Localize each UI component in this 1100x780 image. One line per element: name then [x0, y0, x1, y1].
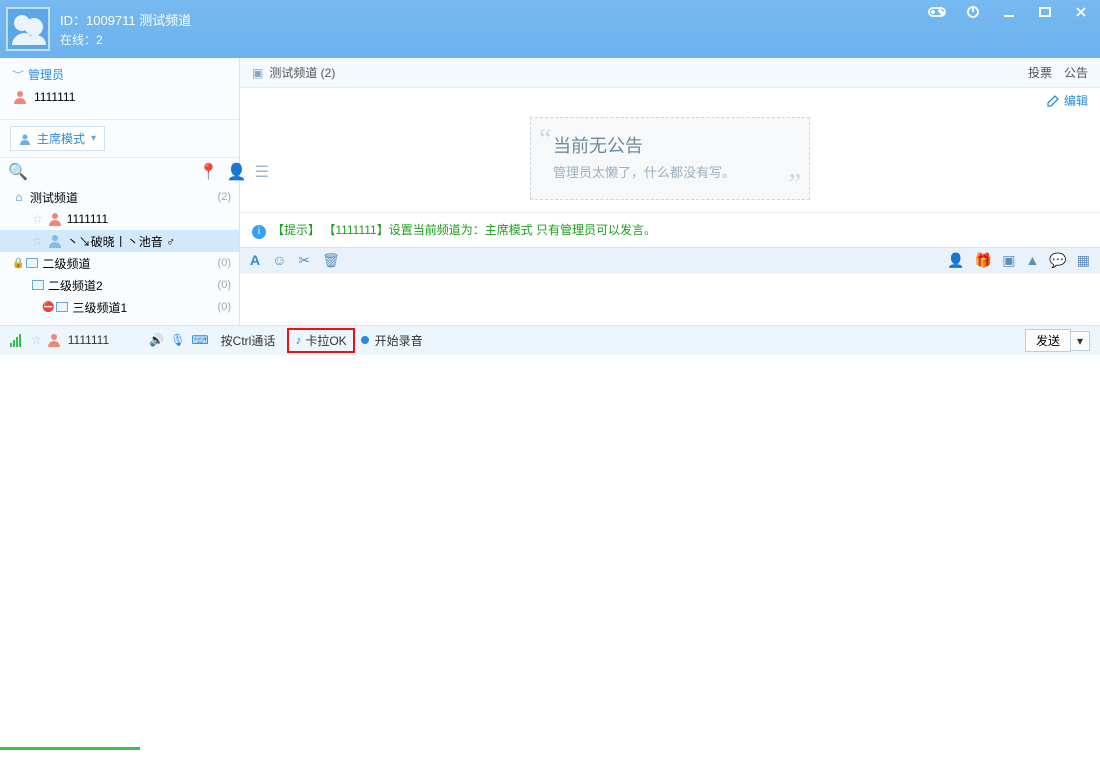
podium-icon[interactable]: 👤	[947, 252, 964, 269]
grid-icon[interactable]: ▦	[1077, 252, 1090, 269]
monitor-icon: ▣	[252, 66, 263, 80]
subchannel[interactable]: ⛔ 三级频道1 (0)	[0, 296, 239, 318]
stamp-icon[interactable]: ▣	[1002, 252, 1015, 269]
quote-open-icon: “	[539, 124, 551, 156]
channel-count: (0)	[218, 301, 231, 313]
search-icon[interactable]: 🔍	[8, 162, 28, 182]
lock-icon: 🔒	[12, 258, 24, 269]
channel-id-line: ID：1009711 测试频道	[60, 10, 191, 29]
chevron-down-icon: ▾	[91, 133, 96, 144]
channel-name: 二级频道2	[48, 277, 103, 294]
channel-root[interactable]: ⌂ 测试频道 (2)	[0, 186, 239, 208]
channel-name: 二级频道	[42, 255, 90, 272]
bulletin-empty-box: “ 当前无公告 管理员太懒了，什么都没有写。 ”	[530, 117, 810, 200]
vote-link[interactable]: 投票	[1028, 64, 1052, 81]
channel-name: 测试频道	[30, 189, 78, 206]
channel-user[interactable]: ☆ 丶↘破晓丨丶池音 ♂	[0, 230, 239, 252]
edit-icon	[1046, 94, 1060, 108]
channel-box-icon	[32, 280, 44, 290]
avatar-icon	[12, 89, 28, 105]
forbidden-icon: ⛔	[42, 302, 54, 313]
online-count: 在线：2	[60, 31, 191, 48]
speaker-icon[interactable]: 🔊	[149, 333, 164, 347]
input-toolbar: A ☺ ✂ 🗑 👤 🎁 ▣ ▲ 💬 ▦	[240, 247, 1100, 273]
edit-label: 编辑	[1064, 92, 1088, 109]
channel-user[interactable]: ☆ 1111111	[0, 208, 239, 230]
chat-breadcrumb: 测试频道 (2)	[269, 64, 335, 81]
admin-user-row[interactable]: 1111111	[0, 87, 239, 111]
channel-box-icon	[26, 258, 38, 268]
bulletin-empty-title: 当前无公告	[553, 132, 787, 158]
search-input[interactable]	[36, 165, 191, 179]
chat-panel: ▣ 测试频道 (2) 投票 公告 编辑 “ 当前无公告 管理员太懒了，什么都没有…	[240, 58, 1100, 325]
music-note-icon: ♪	[295, 333, 301, 347]
emoji-icon[interactable]: ☺	[272, 252, 286, 269]
admin-user-name: 1111111	[34, 90, 75, 104]
minimize-icon[interactable]	[1000, 3, 1018, 21]
trash-icon[interactable]: 🗑	[322, 252, 340, 269]
pin-icon[interactable]: 📍	[199, 162, 219, 182]
activity-indicator	[0, 747, 140, 750]
bulletin-link[interactable]: 公告	[1064, 64, 1088, 81]
info-icon: i	[252, 225, 266, 239]
channel-count: (2)	[218, 191, 231, 203]
star-icon: ☆	[32, 234, 43, 248]
edit-button[interactable]: 编辑	[1046, 92, 1088, 109]
chat-text-input[interactable]	[240, 273, 1100, 325]
chat-header: ▣ 测试频道 (2) 投票 公告	[240, 58, 1100, 88]
chat-bubble-icon[interactable]: 💬	[1049, 252, 1066, 269]
subchannel[interactable]: 🔒 二级频道 (0)	[0, 252, 239, 274]
admin-section-header[interactable]: ﹀ 管理员	[0, 58, 239, 87]
gift-icon[interactable]: 🎁	[975, 252, 992, 269]
footer-bar: ☆ 1111111 🔊 🎙 ⌨ 按Ctrl通话 ♪ 卡拉OK 开始录音 发送▾	[0, 325, 1100, 355]
quote-close-icon: ”	[789, 169, 801, 201]
karaoke-label: 卡拉OK	[305, 332, 346, 349]
broadcast-icon[interactable]: ▲	[1025, 252, 1039, 269]
avatar-icon	[47, 233, 63, 249]
send-dropdown[interactable]: ▾	[1071, 331, 1090, 351]
channel-user-name: 1111111	[67, 212, 108, 226]
star-icon: ☆	[32, 212, 43, 226]
power-icon[interactable]	[964, 3, 982, 21]
home-icon: ⌂	[12, 190, 26, 204]
channel-count: (0)	[218, 257, 231, 269]
admin-section-label: 管理员	[28, 66, 64, 83]
mode-select-button[interactable]: 主席模式 ▾	[10, 126, 105, 151]
title-bar: ID：1009711 测试频道 在线：2	[0, 0, 1100, 58]
channel-tree: ⌂ 测试频道 (2) ☆ 1111111 ☆ 丶↘破晓丨丶池音 ♂ 🔒 二级频道…	[0, 186, 239, 325]
sidebar: ﹀ 管理员 1111111 主席模式 ▾ 🔍 📍 👤 ☰ ⌂ 测试频道	[0, 58, 240, 325]
send-button[interactable]: 发送	[1025, 329, 1071, 352]
maximize-icon[interactable]	[1036, 3, 1054, 21]
channel-count: (0)	[218, 279, 231, 291]
channel-logo	[6, 7, 50, 51]
mic-icon[interactable]: 🎙	[170, 333, 185, 347]
channel-name: 三级频道1	[72, 299, 127, 316]
record-dot-icon	[361, 336, 369, 344]
person-icon	[19, 133, 31, 145]
subchannel[interactable]: 二级频道2 (0)	[0, 274, 239, 296]
bulletin-empty-subtitle: 管理员太懒了，什么都没有写。	[553, 162, 787, 181]
avatar-icon	[46, 332, 62, 348]
scissors-icon[interactable]: ✂	[298, 252, 310, 269]
close-icon[interactable]	[1072, 3, 1090, 21]
message-area: i 【提示】 【1111111】设置当前频道为：主席模式 只有管理员可以发言。	[240, 212, 1100, 247]
font-icon[interactable]: A	[250, 252, 260, 269]
karaoke-button[interactable]: ♪ 卡拉OK	[287, 328, 354, 353]
footer-username: 1111111	[68, 333, 109, 347]
keyboard-icon[interactable]: ⌨	[191, 333, 208, 347]
ptt-label: 按Ctrl通话	[221, 332, 276, 349]
mode-button-label: 主席模式	[37, 130, 85, 147]
star-icon: ☆	[31, 333, 42, 347]
signal-icon	[10, 334, 21, 347]
channel-user-name: 丶↘破晓丨丶池音 ♂	[67, 233, 175, 250]
gamepad-icon[interactable]	[928, 3, 946, 21]
chevron-down-icon: ﹀	[12, 69, 24, 81]
channel-box-icon	[56, 302, 68, 312]
system-tip: 【提示】 【1111111】设置当前频道为：主席模式 只有管理员可以发言。	[272, 223, 656, 237]
avatar-icon	[47, 211, 63, 227]
record-button[interactable]: 开始录音	[375, 332, 423, 349]
